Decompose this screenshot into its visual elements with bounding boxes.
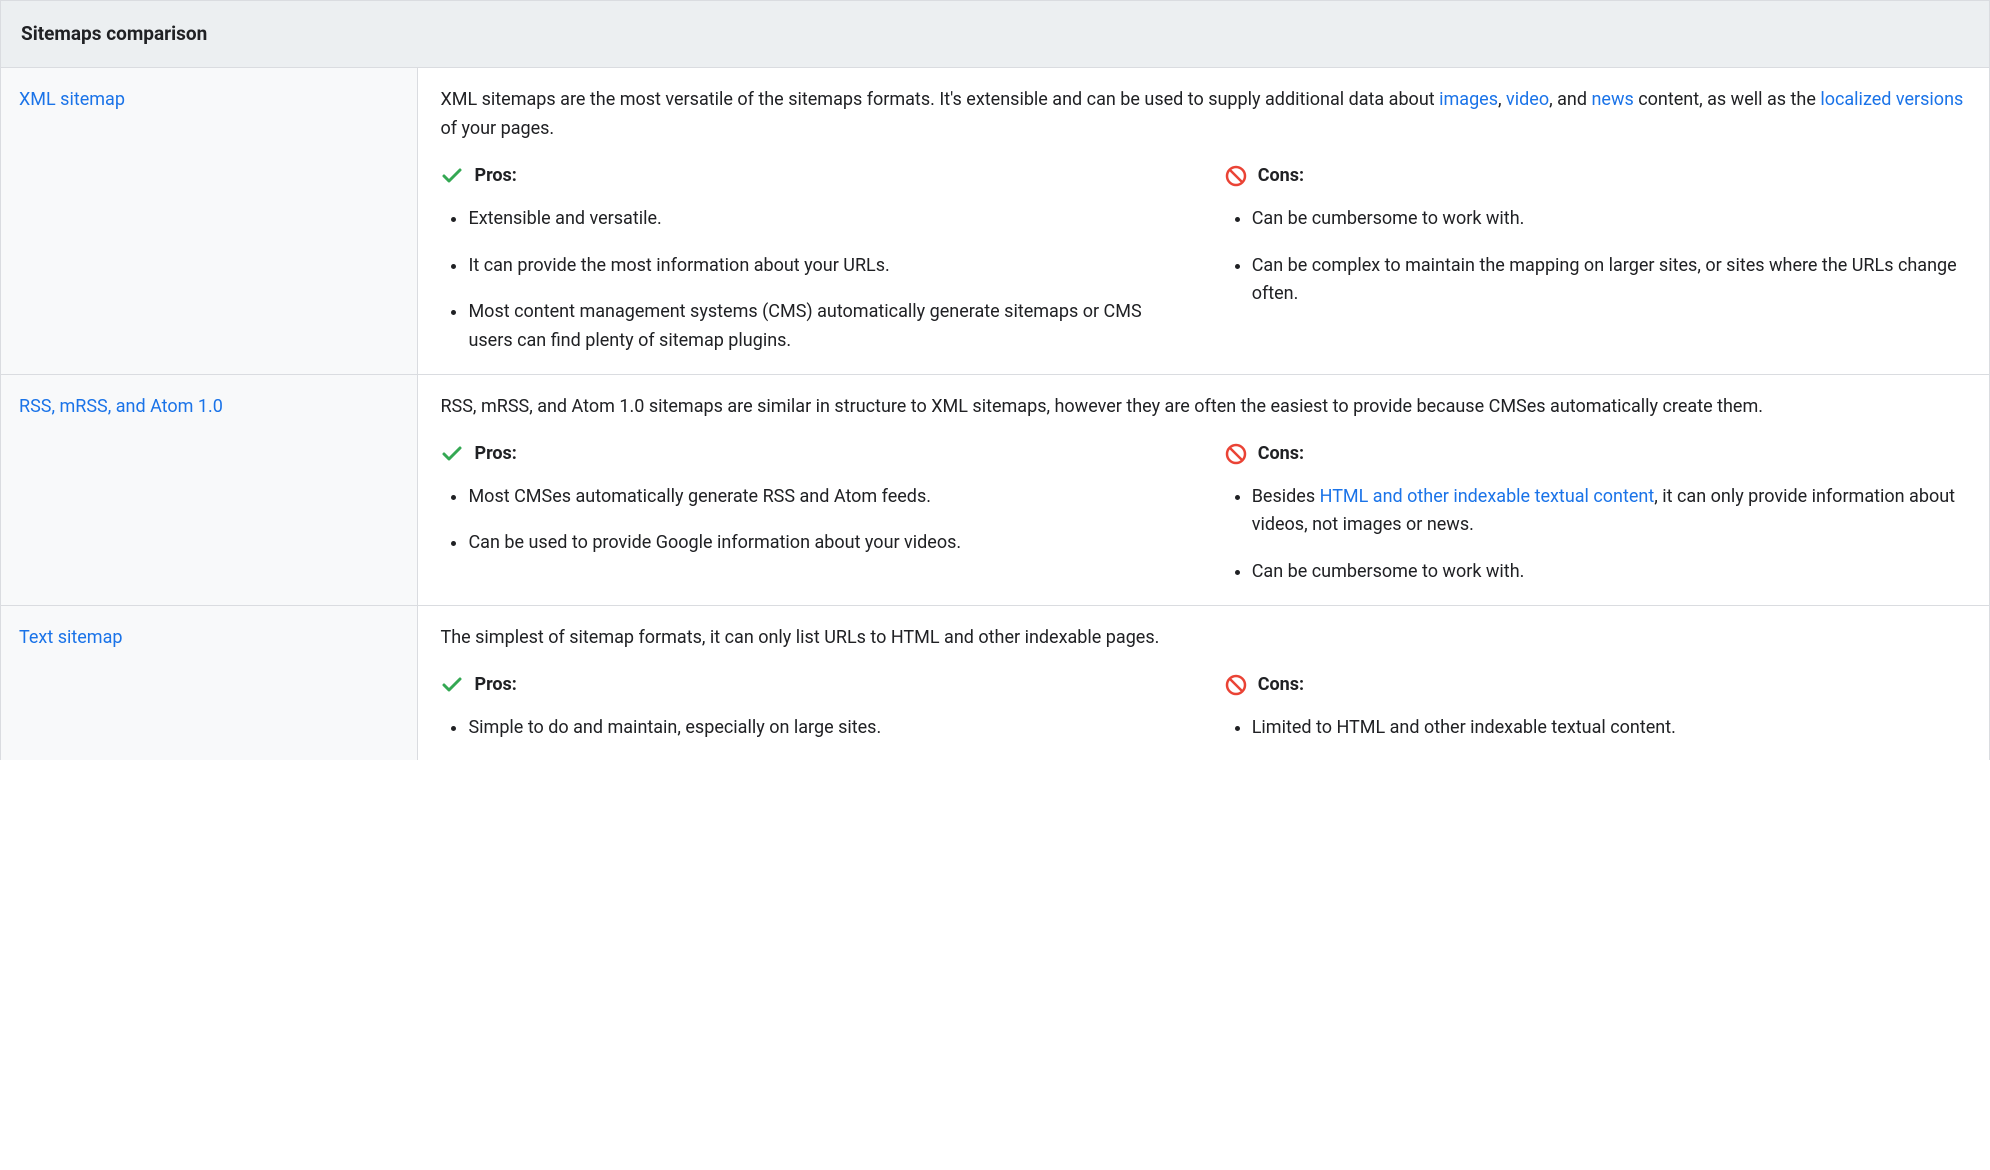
intro-text: XML sitemaps are the most versatile of t… <box>440 86 1967 144</box>
cons-header: Cons: <box>1224 162 1967 191</box>
list-item: Besides HTML and other indexable textual… <box>1252 483 1967 541</box>
intro-text: The simplest of sitemap formats, it can … <box>440 624 1967 653</box>
list-item: Can be complex to maintain the mapping o… <box>1252 252 1967 310</box>
list-item: Most CMSes automatically generate RSS an… <box>468 483 1183 512</box>
pros-list: Simple to do and maintain, especially on… <box>440 714 1183 743</box>
localized-versions-link[interactable]: localized versions <box>1820 89 1963 110</box>
rss-atom-link[interactable]: RSS, mRSS, and Atom 1.0 <box>19 396 223 417</box>
cons-list: Limited to HTML and other indexable text… <box>1224 714 1967 743</box>
list-item: Simple to do and maintain, especially on… <box>468 714 1183 743</box>
list-item: Limited to HTML and other indexable text… <box>1252 714 1967 743</box>
pros-column: Pros: Most CMSes automatically generate … <box>440 440 1183 587</box>
news-link[interactable]: news <box>1591 89 1633 110</box>
check-icon <box>440 442 464 466</box>
row-content-cell: RSS, mRSS, and Atom 1.0 sitemaps are sim… <box>418 375 1989 605</box>
check-icon <box>440 673 464 697</box>
cons-header: Cons: <box>1224 671 1967 700</box>
table-row: XML sitemap XML sitemaps are the most ve… <box>1 68 1989 375</box>
prohibit-icon <box>1224 164 1248 188</box>
list-item: Can be cumbersome to work with. <box>1252 205 1967 234</box>
cons-column: Cons: Besides HTML and other indexable t… <box>1224 440 1967 587</box>
html-indexable-link[interactable]: HTML and other indexable textual content <box>1320 486 1655 507</box>
cons-column: Cons: Limited to HTML and other indexabl… <box>1224 671 1967 743</box>
list-item: It can provide the most information abou… <box>468 252 1183 281</box>
pros-header: Pros: <box>440 671 1183 700</box>
text-sitemap-link[interactable]: Text sitemap <box>19 627 122 648</box>
video-link[interactable]: video <box>1506 89 1549 110</box>
cons-list: Can be cumbersome to work with. Can be c… <box>1224 205 1967 309</box>
comparison-table: Sitemaps comparison XML sitemap XML site… <box>0 0 1990 760</box>
row-content-cell: XML sitemaps are the most versatile of t… <box>418 68 1989 374</box>
prohibit-icon <box>1224 442 1248 466</box>
list-item: Most content management systems (CMS) au… <box>468 298 1183 356</box>
row-label-cell: XML sitemap <box>1 68 418 374</box>
xml-sitemap-link[interactable]: XML sitemap <box>19 89 125 110</box>
pros-column: Pros: Simple to do and maintain, especia… <box>440 671 1183 743</box>
cons-column: Cons: Can be cumbersome to work with. Ca… <box>1224 162 1967 356</box>
row-label-cell: RSS, mRSS, and Atom 1.0 <box>1 375 418 605</box>
images-link[interactable]: images <box>1439 89 1498 110</box>
pros-list: Most CMSes automatically generate RSS an… <box>440 483 1183 559</box>
pros-header: Pros: <box>440 440 1183 469</box>
prohibit-icon <box>1224 673 1248 697</box>
table-row: Text sitemap The simplest of sitemap for… <box>1 606 1989 760</box>
intro-text: RSS, mRSS, and Atom 1.0 sitemaps are sim… <box>440 393 1967 422</box>
row-content-cell: The simplest of sitemap formats, it can … <box>418 606 1989 760</box>
table-header: Sitemaps comparison <box>1 1 1989 68</box>
list-item: Can be used to provide Google informatio… <box>468 529 1183 558</box>
row-label-cell: Text sitemap <box>1 606 418 760</box>
list-item: Extensible and versatile. <box>468 205 1183 234</box>
pros-header: Pros: <box>440 162 1183 191</box>
cons-list: Besides HTML and other indexable textual… <box>1224 483 1967 587</box>
table-row: RSS, mRSS, and Atom 1.0 RSS, mRSS, and A… <box>1 375 1989 606</box>
check-icon <box>440 164 464 188</box>
pros-list: Extensible and versatile. It can provide… <box>440 205 1183 356</box>
pros-column: Pros: Extensible and versatile. It can p… <box>440 162 1183 356</box>
list-item: Can be cumbersome to work with. <box>1252 558 1967 587</box>
cons-header: Cons: <box>1224 440 1967 469</box>
